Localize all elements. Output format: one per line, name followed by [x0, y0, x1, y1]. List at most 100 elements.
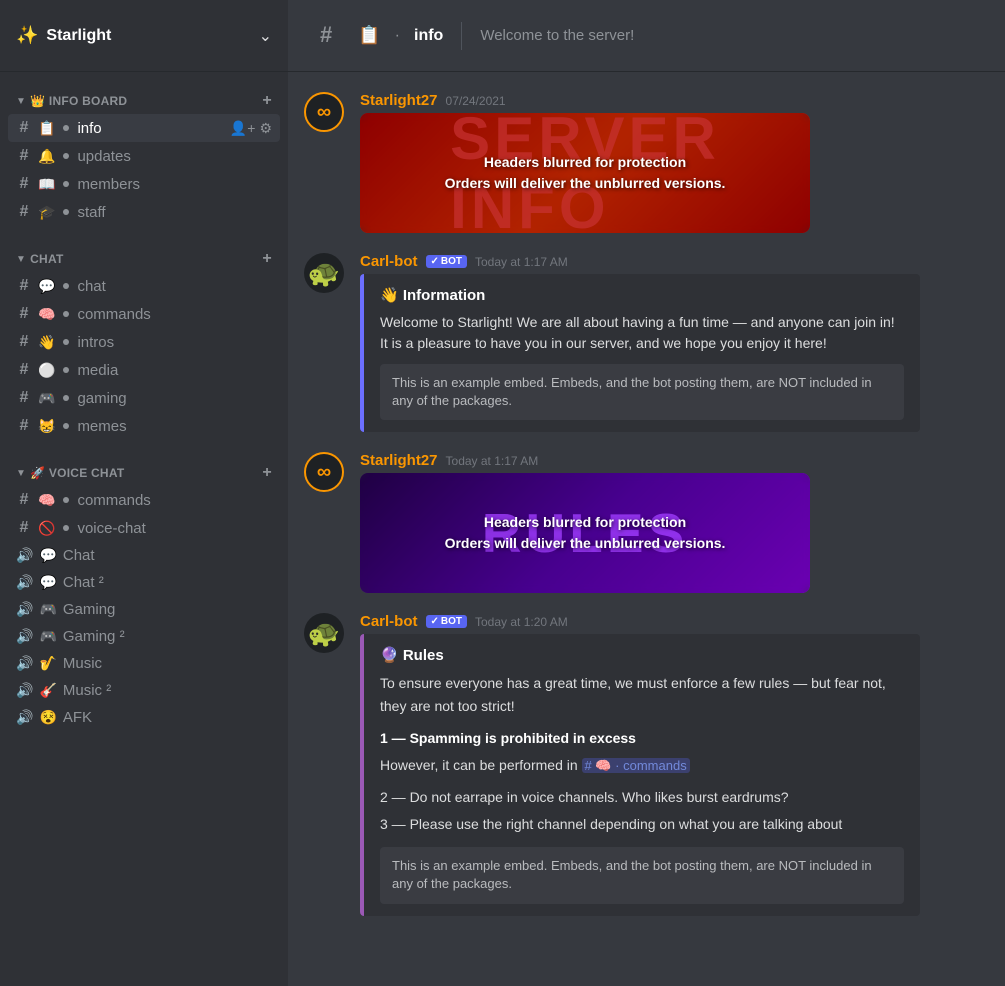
blur-warning-line2: Orders will deliver the unblurred versio…: [445, 173, 726, 194]
voice-channel-name-gaming2: Gaming ²: [63, 628, 272, 645]
channel-item-members[interactable]: # 📖 members: [8, 170, 280, 198]
channel-emoji-intros: 👋: [38, 334, 55, 351]
channel-item-voice-commands[interactable]: # 🧠 commands: [8, 486, 280, 514]
section-label-voice-chat: 🚀 VOICE CHAT: [30, 466, 124, 480]
add-member-icon[interactable]: 👤+: [230, 120, 256, 137]
channel-name-intros: intros: [77, 334, 272, 351]
server-header[interactable]: ✨ Starlight ⌄: [0, 0, 288, 72]
collapse-arrow-icon: ▼: [16, 96, 26, 107]
chevron-down-icon[interactable]: ⌄: [259, 26, 272, 46]
embed-rules: 🔮 Rules To ensure everyone has a great t…: [360, 634, 920, 915]
message-group-2: 🐢 Carl-bot ✓ BOT Today at 1:17 AM 👋 Info…: [304, 253, 989, 432]
channel-item-info[interactable]: # 📋 info 👤+ ⚙: [8, 114, 280, 142]
channel-item-staff[interactable]: # 🎓 staff: [8, 198, 280, 226]
avatar-icon-2: ∞: [317, 461, 331, 484]
channel-emoji-gaming-vc: 🎮: [39, 601, 56, 618]
channel-item-gaming[interactable]: # 🎮 gaming: [8, 384, 280, 412]
avatar-icon-carlbot-2: 🐢: [308, 618, 340, 649]
timestamp-1: 07/24/2021: [446, 94, 506, 108]
message-header-3: Starlight27 Today at 1:17 AM: [360, 452, 989, 469]
channel-name-members: members: [77, 176, 272, 193]
speaker-icon: 🔊: [16, 601, 33, 618]
channel-dot: [63, 497, 69, 503]
hash-icon: #: [16, 203, 32, 221]
channel-item-voice-chat[interactable]: # 🚫 voice-chat: [8, 514, 280, 542]
channel-name-updates: updates: [77, 148, 272, 165]
channel-name-vchat: voice-chat: [77, 520, 272, 537]
channel-item-media[interactable]: # ⚪ media: [8, 356, 280, 384]
voice-channel-chat2[interactable]: 🔊 💬 Chat ²: [8, 569, 280, 596]
channel-list-chat: # 💬 chat # 🧠 commands # 👋 intros # ⚪: [8, 272, 280, 440]
channel-item-chat[interactable]: # 💬 chat: [8, 272, 280, 300]
voice-channel-afk[interactable]: 🔊 😵 AFK: [8, 704, 280, 731]
channel-emoji-media: ⚪: [38, 362, 55, 379]
add-channel-icon[interactable]: +: [262, 92, 272, 110]
speaker-icon: 🔊: [16, 682, 33, 699]
channel-emoji-gaming: 🎮: [38, 390, 55, 407]
hash-icon: #: [16, 147, 32, 165]
channel-dot: [63, 525, 69, 531]
channel-emoji-music-vc: 🎷: [39, 655, 56, 672]
channel-dot: [63, 283, 69, 289]
channel-item-updates[interactable]: # 🔔 updates: [8, 142, 280, 170]
message-content-4: Carl-bot ✓ BOT Today at 1:20 AM 🔮 Rules …: [360, 613, 989, 915]
embed-desc-info: Welcome to Starlight! We are all about h…: [380, 312, 904, 354]
section-chat: ▼ CHAT + # 💬 chat # 🧠 commands # 👋: [0, 230, 288, 444]
section-header-voice-chat[interactable]: ▼ 🚀 VOICE CHAT +: [8, 460, 280, 486]
channel-dot: [63, 395, 69, 401]
voice-channel-gaming2[interactable]: 🔊 🎮 Gaming ²: [8, 623, 280, 650]
server-name: ✨ Starlight: [16, 25, 111, 46]
voice-channel-music[interactable]: 🔊 🎷 Music: [8, 650, 280, 677]
message-content-1: Starlight27 07/24/2021 SERVERINFO Header…: [360, 92, 989, 233]
bot-badge-2: ✓ BOT: [426, 615, 468, 628]
add-channel-icon[interactable]: +: [262, 250, 272, 268]
channel-item-commands[interactable]: # 🧠 commands: [8, 300, 280, 328]
avatar-carlbot-2: 🐢: [304, 613, 344, 653]
channel-name-info: info: [77, 120, 223, 137]
mention-commands[interactable]: # 🧠 · commands: [582, 758, 690, 773]
embed-note-info: This is an example embed. Embeds, and th…: [380, 364, 904, 420]
hash-icon: #: [16, 491, 32, 509]
blur-warning-line4: Orders will deliver the unblurred versio…: [445, 533, 726, 554]
voice-channel-name-gaming: Gaming: [63, 601, 272, 618]
timestamp-2: Today at 1:17 AM: [475, 255, 568, 269]
speaker-icon: 🔊: [16, 547, 33, 564]
sidebar: ✨ Starlight ⌄ ▼ 👑 INFO BOARD + # 📋 info …: [0, 0, 288, 986]
voice-channel-music2[interactable]: 🔊 🎸 Music ²: [8, 677, 280, 704]
speaker-icon: 🔊: [16, 655, 33, 672]
username-carlbot-2: Carl-bot: [360, 613, 418, 630]
channel-name-memes: memes: [77, 418, 272, 435]
message-group-3: ∞ Starlight27 Today at 1:17 AM RULES Hea…: [304, 452, 989, 593]
channel-item-intros[interactable]: # 👋 intros: [8, 328, 280, 356]
embed-information: 👋 Information Welcome to Starlight! We a…: [360, 274, 920, 432]
bot-label-2: BOT: [441, 616, 462, 627]
hash-icon: #: [16, 277, 32, 295]
embed-title-rules: 🔮 Rules: [380, 646, 904, 664]
embed-title-info: 👋 Information: [380, 286, 904, 304]
channel-emoji-members: 📖: [38, 176, 55, 193]
embed-rules-text: To ensure everyone has a great time, we …: [380, 672, 904, 835]
channel-actions-info: 👤+ ⚙: [230, 120, 272, 137]
speaker-icon: 🔊: [16, 574, 33, 591]
speaker-icon: 🔊: [16, 709, 33, 726]
embed-desc-line2: It is a pleasure to have you in our serv…: [380, 335, 827, 351]
section-label-info-board: 👑 INFO BOARD: [30, 94, 127, 108]
speaker-icon: 🔊: [16, 628, 33, 645]
section-header-chat[interactable]: ▼ CHAT +: [8, 246, 280, 272]
channel-name-chat: chat: [77, 278, 272, 295]
messages-container: ∞ Starlight27 07/24/2021 SERVERINFO Head…: [288, 72, 1005, 986]
channel-emoji-music2-vc: 🎸: [39, 682, 56, 699]
header-divider: [461, 22, 462, 50]
channel-item-memes[interactable]: # 😸 memes: [8, 412, 280, 440]
voice-channel-chat[interactable]: 🔊 💬 Chat: [8, 542, 280, 569]
channel-emoji-info: 📋: [38, 120, 55, 137]
channel-list-voice: # 🧠 commands # 🚫 voice-chat: [8, 486, 280, 542]
rules-intro: To ensure everyone has a great time, we …: [380, 672, 904, 717]
add-channel-icon[interactable]: +: [262, 464, 272, 482]
section-header-info-board[interactable]: ▼ 👑 INFO BOARD +: [8, 88, 280, 114]
header-channel-name: info: [414, 27, 443, 45]
voice-channel-gaming[interactable]: 🔊 🎮 Gaming: [8, 596, 280, 623]
settings-icon[interactable]: ⚙: [259, 120, 272, 137]
avatar-starlight27: ∞: [304, 92, 344, 132]
channel-emoji-memes: 😸: [38, 418, 55, 435]
